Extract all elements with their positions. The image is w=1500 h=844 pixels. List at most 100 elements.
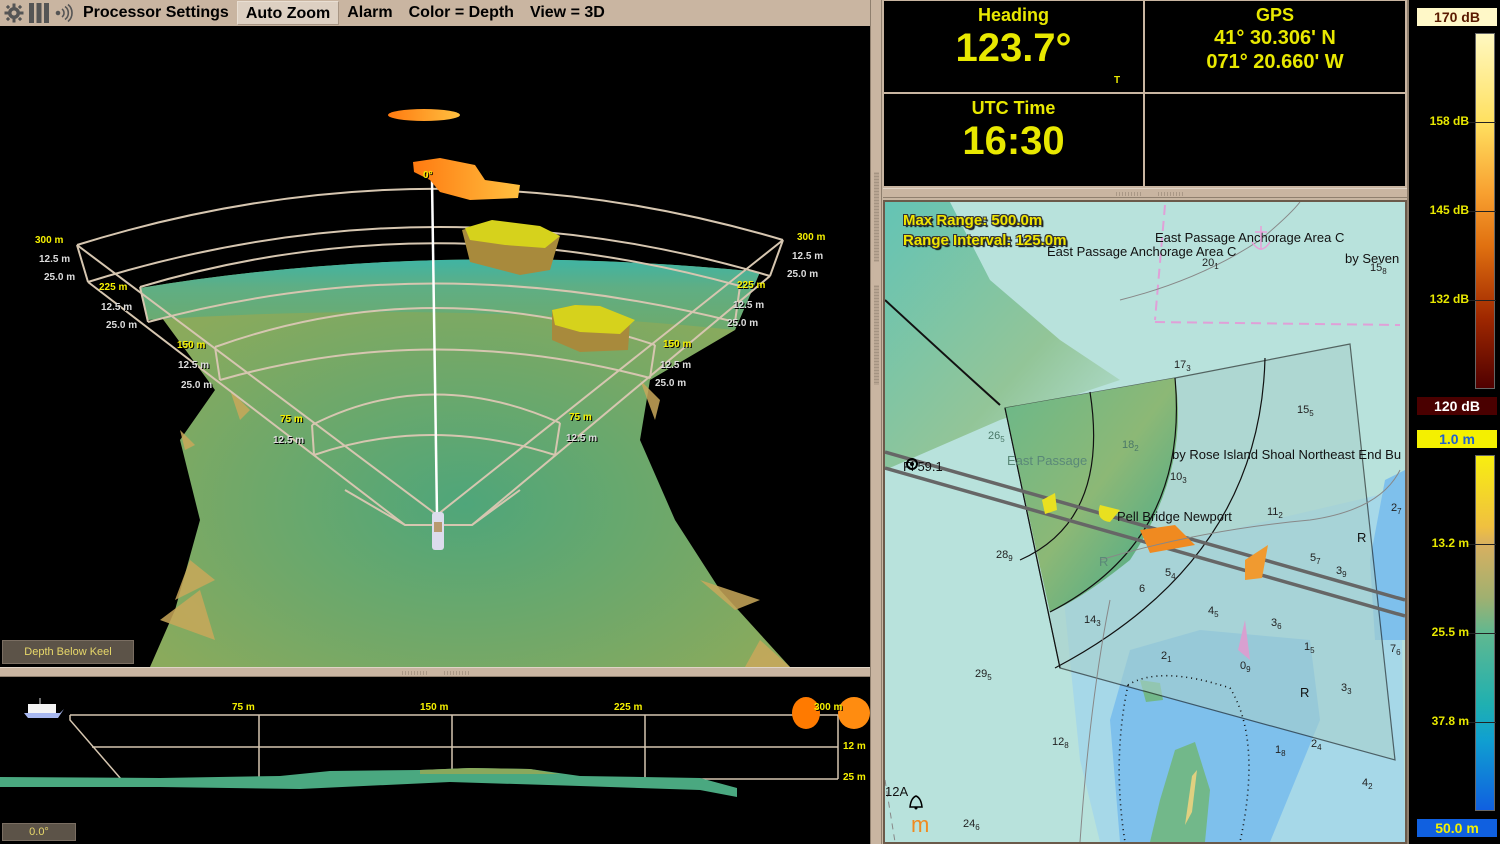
sounding: 295 <box>975 668 992 682</box>
sounding: 36 <box>1271 617 1282 631</box>
depth-tick: 13.2 m <box>1431 536 1469 550</box>
sounding-sub: 8 <box>1382 267 1387 277</box>
sounding-value: 12 <box>1052 736 1065 748</box>
strength-max-value[interactable]: 170 dB <box>1417 8 1497 26</box>
chart-label: R <box>1300 685 1310 700</box>
range-label-left-300: 300 m <box>35 235 64 246</box>
seafloor-3d-render <box>76 109 790 667</box>
sounding-sub: 2 <box>1368 782 1373 792</box>
anchor-icon <box>1250 224 1272 259</box>
gear-icon[interactable] <box>3 2 25 24</box>
grip-icon <box>401 671 427 675</box>
sounding-sub: 4 <box>1171 572 1176 582</box>
depth-max-value[interactable]: 50.0 m <box>1417 819 1497 837</box>
sounding-value: 15 <box>1297 404 1310 416</box>
sounding-value: 6 <box>1139 583 1146 595</box>
sounding-sub: 5 <box>1214 610 1219 620</box>
sounding-sub: 9 <box>1342 570 1347 580</box>
auto-zoom-button[interactable]: Auto Zoom <box>236 1 340 25</box>
depth-label: 12.5 m <box>566 433 598 444</box>
sounding-value: 18 <box>1122 439 1135 451</box>
tilt-angle-button[interactable]: 0.0° <box>2 823 76 841</box>
chart-label: R <box>1357 530 1367 545</box>
sounding-sub: 5 <box>1000 435 1005 445</box>
sounding: 158 <box>1370 262 1387 276</box>
depth-label: 25.0 m <box>727 318 759 329</box>
depth-label: 25.0 m <box>181 380 213 391</box>
sounding-sub: 5 <box>987 673 992 683</box>
range-label-left-75: 75 m <box>280 414 303 425</box>
horizontal-splitter[interactable] <box>883 188 1407 198</box>
toolbar: Processor Settings Auto Zoom Alarm Color… <box>0 0 870 26</box>
grip-icon <box>443 671 469 675</box>
sounding-value: 14 <box>1084 614 1097 626</box>
view-mode-menu[interactable]: View = 3D <box>522 1 613 25</box>
vertical-splitter[interactable] <box>870 0 882 844</box>
sounding: 27 <box>1391 502 1402 516</box>
depth-label: 25.0 m <box>106 320 138 331</box>
sounding: 76 <box>1390 643 1401 657</box>
max-range-overlay: Max Range: 500.0m <box>903 212 1043 229</box>
depth-label: 12.5 m <box>273 435 305 446</box>
sounding-sub: 7 <box>1397 507 1402 517</box>
sonar-3d-view[interactable]: 0° 300 m 12.5 m 25.0 m 225 m 12.5 m 25.0… <box>0 26 870 667</box>
grip-icon <box>874 172 879 262</box>
depth-min-value[interactable]: 1.0 m <box>1417 430 1497 448</box>
sounding: 6 <box>1139 583 1145 597</box>
depth-label: 25.0 m <box>787 269 819 280</box>
chart-label: Pell Bridge Newport <box>1117 509 1232 524</box>
sounding-value: 24 <box>963 818 976 830</box>
range-label-left-150: 150 m <box>177 340 206 351</box>
sounding-sub: 5 <box>1310 646 1315 656</box>
tick-line <box>1467 722 1496 723</box>
range-label-right-150: 150 m <box>663 339 692 350</box>
range-tick-300: 300 m <box>814 702 843 713</box>
sounding-sub: 6 <box>1396 648 1401 658</box>
sounding-value: 10 <box>1170 471 1183 483</box>
sounding-sub: 2 <box>1278 511 1283 521</box>
nautical-chart-map[interactable]: Max Range: 500.0m Range Interval: 125.0m… <box>883 200 1407 844</box>
heading-cell: Heading 123.7° T <box>884 1 1143 92</box>
sounding-sub: 1 <box>1167 655 1172 665</box>
chart-label: R <box>1099 554 1109 569</box>
sounding-value: 28 <box>996 549 1009 561</box>
sounding: 112 <box>1267 506 1283 520</box>
range-label-right-300: 300 m <box>797 232 826 243</box>
depth-below-keel-button[interactable]: Depth Below Keel <box>2 640 134 664</box>
sonar-2d-profile-view[interactable]: 75 m 150 m 225 m 300 m 12 m 25 m 0.0° <box>0 677 870 844</box>
sounding-sub: 3 <box>1096 619 1101 629</box>
range-tick-225: 225 m <box>614 702 643 713</box>
sounding: 18 <box>1275 744 1286 758</box>
chart-label: by Rose Island Shoal Northeast End Bu <box>1172 447 1402 462</box>
sounding: 33 <box>1341 682 1352 696</box>
sounding-sub: 1 <box>1214 262 1219 272</box>
sounding: 57 <box>1310 552 1321 566</box>
utc-time-value: 16:30 <box>962 119 1065 163</box>
sounding: 15 <box>1304 641 1315 655</box>
sounding-value: 15 <box>1370 262 1383 274</box>
heading-value: 123.7° <box>955 26 1072 70</box>
heading-label: Heading <box>977 5 1049 25</box>
color-mode-menu[interactable]: Color = Depth <box>401 1 522 25</box>
depth-label: 12.5 m <box>178 360 210 371</box>
columns-icon[interactable] <box>28 2 50 24</box>
tick-line <box>1467 300 1496 301</box>
strength-tick: 132 dB <box>1429 292 1469 306</box>
sonar-ping-icon[interactable] <box>53 2 75 24</box>
range-label-right-75: 75 m <box>569 412 592 423</box>
heading-marker-label: 0° <box>423 170 433 181</box>
grip-icon <box>1157 192 1183 196</box>
sounding-sub: 5 <box>1309 409 1314 419</box>
depth-label: 12.5 m <box>660 360 692 371</box>
processor-settings-menu[interactable]: Processor Settings <box>75 1 237 25</box>
sounding: 128 <box>1052 736 1069 750</box>
sounding: 39 <box>1336 565 1347 579</box>
utc-time-cell: UTC Time 16:30 <box>884 94 1143 186</box>
depth-label: 25.0 m <box>44 272 76 283</box>
sounding-sub: 8 <box>1281 749 1286 759</box>
horizontal-splitter[interactable] <box>0 667 870 677</box>
alarm-menu[interactable]: Alarm <box>339 1 400 25</box>
sounding-value: 29 <box>975 668 988 680</box>
light-icon <box>905 457 919 476</box>
strength-min-value[interactable]: 120 dB <box>1417 397 1497 415</box>
